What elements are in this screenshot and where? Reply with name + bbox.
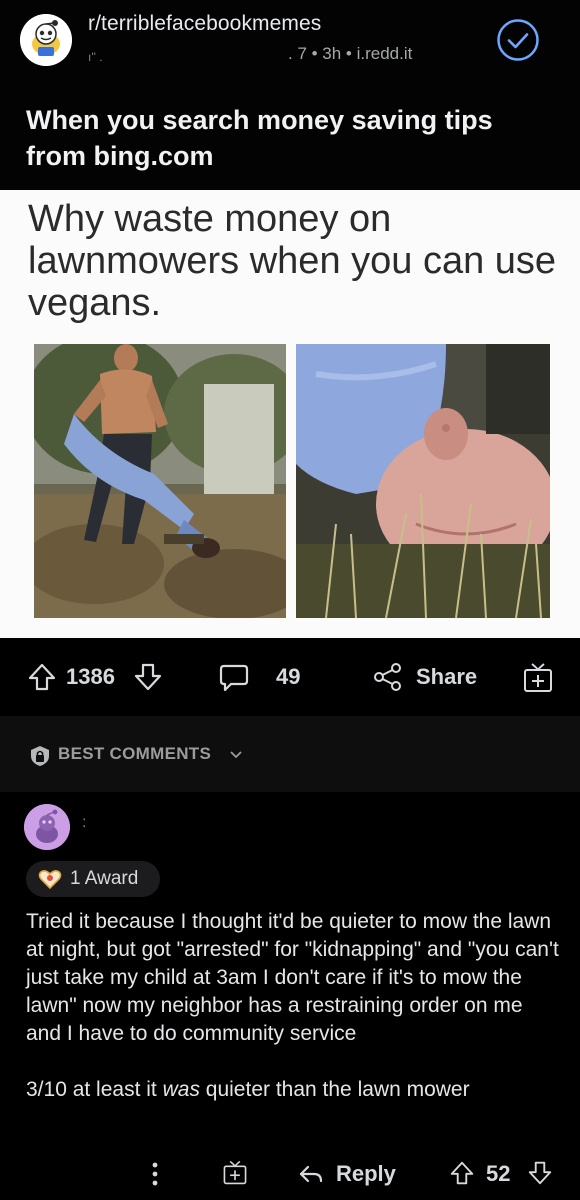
post-meta: . 7 • 3h • i.redd.it (288, 44, 413, 63)
comment-sort-bar[interactable]: BEST COMMENTS (0, 716, 580, 792)
vote-count-text: 1386 (66, 664, 115, 689)
share-button[interactable]: Share (372, 638, 477, 716)
sort-label: BEST COMMENTS (58, 744, 212, 763)
share-icon (374, 663, 401, 691)
upvote-icon (28, 663, 56, 691)
comment-text-post: quieter than the lawn mower (199, 1078, 470, 1101)
comment-paragraph-1: Tried it because I thought it'd be quiet… (26, 910, 559, 1045)
comment-downvote-button[interactable] (528, 1160, 552, 1191)
photo-left (34, 344, 286, 618)
reply-label: Reply (336, 1161, 396, 1186)
post-title[interactable]: When you search money saving tips from b… (26, 102, 556, 174)
award-button[interactable] (522, 638, 554, 716)
award-text: 1 Award (70, 868, 139, 889)
meta-flair: ı'' . (88, 50, 103, 64)
join-check-button[interactable] (496, 18, 540, 62)
downvote-button[interactable] (134, 638, 162, 716)
award-pill[interactable]: 1 Award (26, 861, 160, 897)
comment-count: 49 (276, 664, 301, 689)
comment-paragraph-2: 3/10 at least it was quieter than the la… (26, 1076, 562, 1104)
post-header: r/terriblefacebookmemes ı'' . . 7 • 3h •… (0, 0, 580, 190)
upvote-icon (450, 1161, 474, 1185)
comments-button[interactable]: 49 (218, 638, 300, 716)
award-icon (524, 663, 552, 692)
post-action-bar: 1386 49 Share (0, 638, 580, 716)
chevron-down-icon (230, 751, 242, 759)
image-caption: Why waste money on lawnmowers when you c… (28, 198, 557, 324)
snoo-avatar-icon (24, 804, 70, 850)
check-circle-icon (497, 19, 539, 61)
shield-icon (31, 746, 49, 766)
comment-upvote-button[interactable] (450, 1160, 474, 1191)
comment-text-pre: 3/10 at least it (26, 1078, 163, 1101)
comment-username[interactable]: : (82, 814, 86, 832)
snoo-icon (20, 14, 72, 66)
more-dots-icon (152, 1162, 158, 1186)
award-icon (223, 1160, 247, 1185)
more-options-button[interactable] (150, 1160, 160, 1193)
comment: : 1 Award Tried it because I thought it'… (0, 792, 580, 1200)
award-badge-icon (38, 870, 62, 890)
reply-button[interactable]: Reply (298, 1154, 396, 1194)
downvote-icon (528, 1161, 552, 1185)
comment-avatar[interactable] (24, 804, 70, 850)
comment-text-emphasis: was (162, 1078, 200, 1101)
comment-award-button[interactable] (222, 1158, 248, 1191)
comment-vote-count-text: 52 (486, 1161, 511, 1186)
subreddit-name[interactable]: r/terriblefacebookmemes (88, 12, 321, 36)
comment-action-bar: Reply 52 (0, 1154, 580, 1194)
post-image[interactable]: Why waste money on lawnmowers when you c… (0, 190, 580, 638)
vote-count: 1386 (66, 638, 115, 716)
upvote-button[interactable] (28, 638, 56, 716)
reply-arrow-icon (299, 1165, 323, 1183)
share-label: Share (416, 664, 478, 689)
downvote-icon (134, 663, 162, 691)
subreddit-avatar[interactable] (20, 14, 72, 66)
comment-bubble-icon (219, 664, 249, 692)
photo-right (296, 344, 550, 618)
comment-vote-count: 52 (486, 1154, 510, 1194)
comment-body: Tried it because I thought it'd be quiet… (26, 908, 562, 1104)
